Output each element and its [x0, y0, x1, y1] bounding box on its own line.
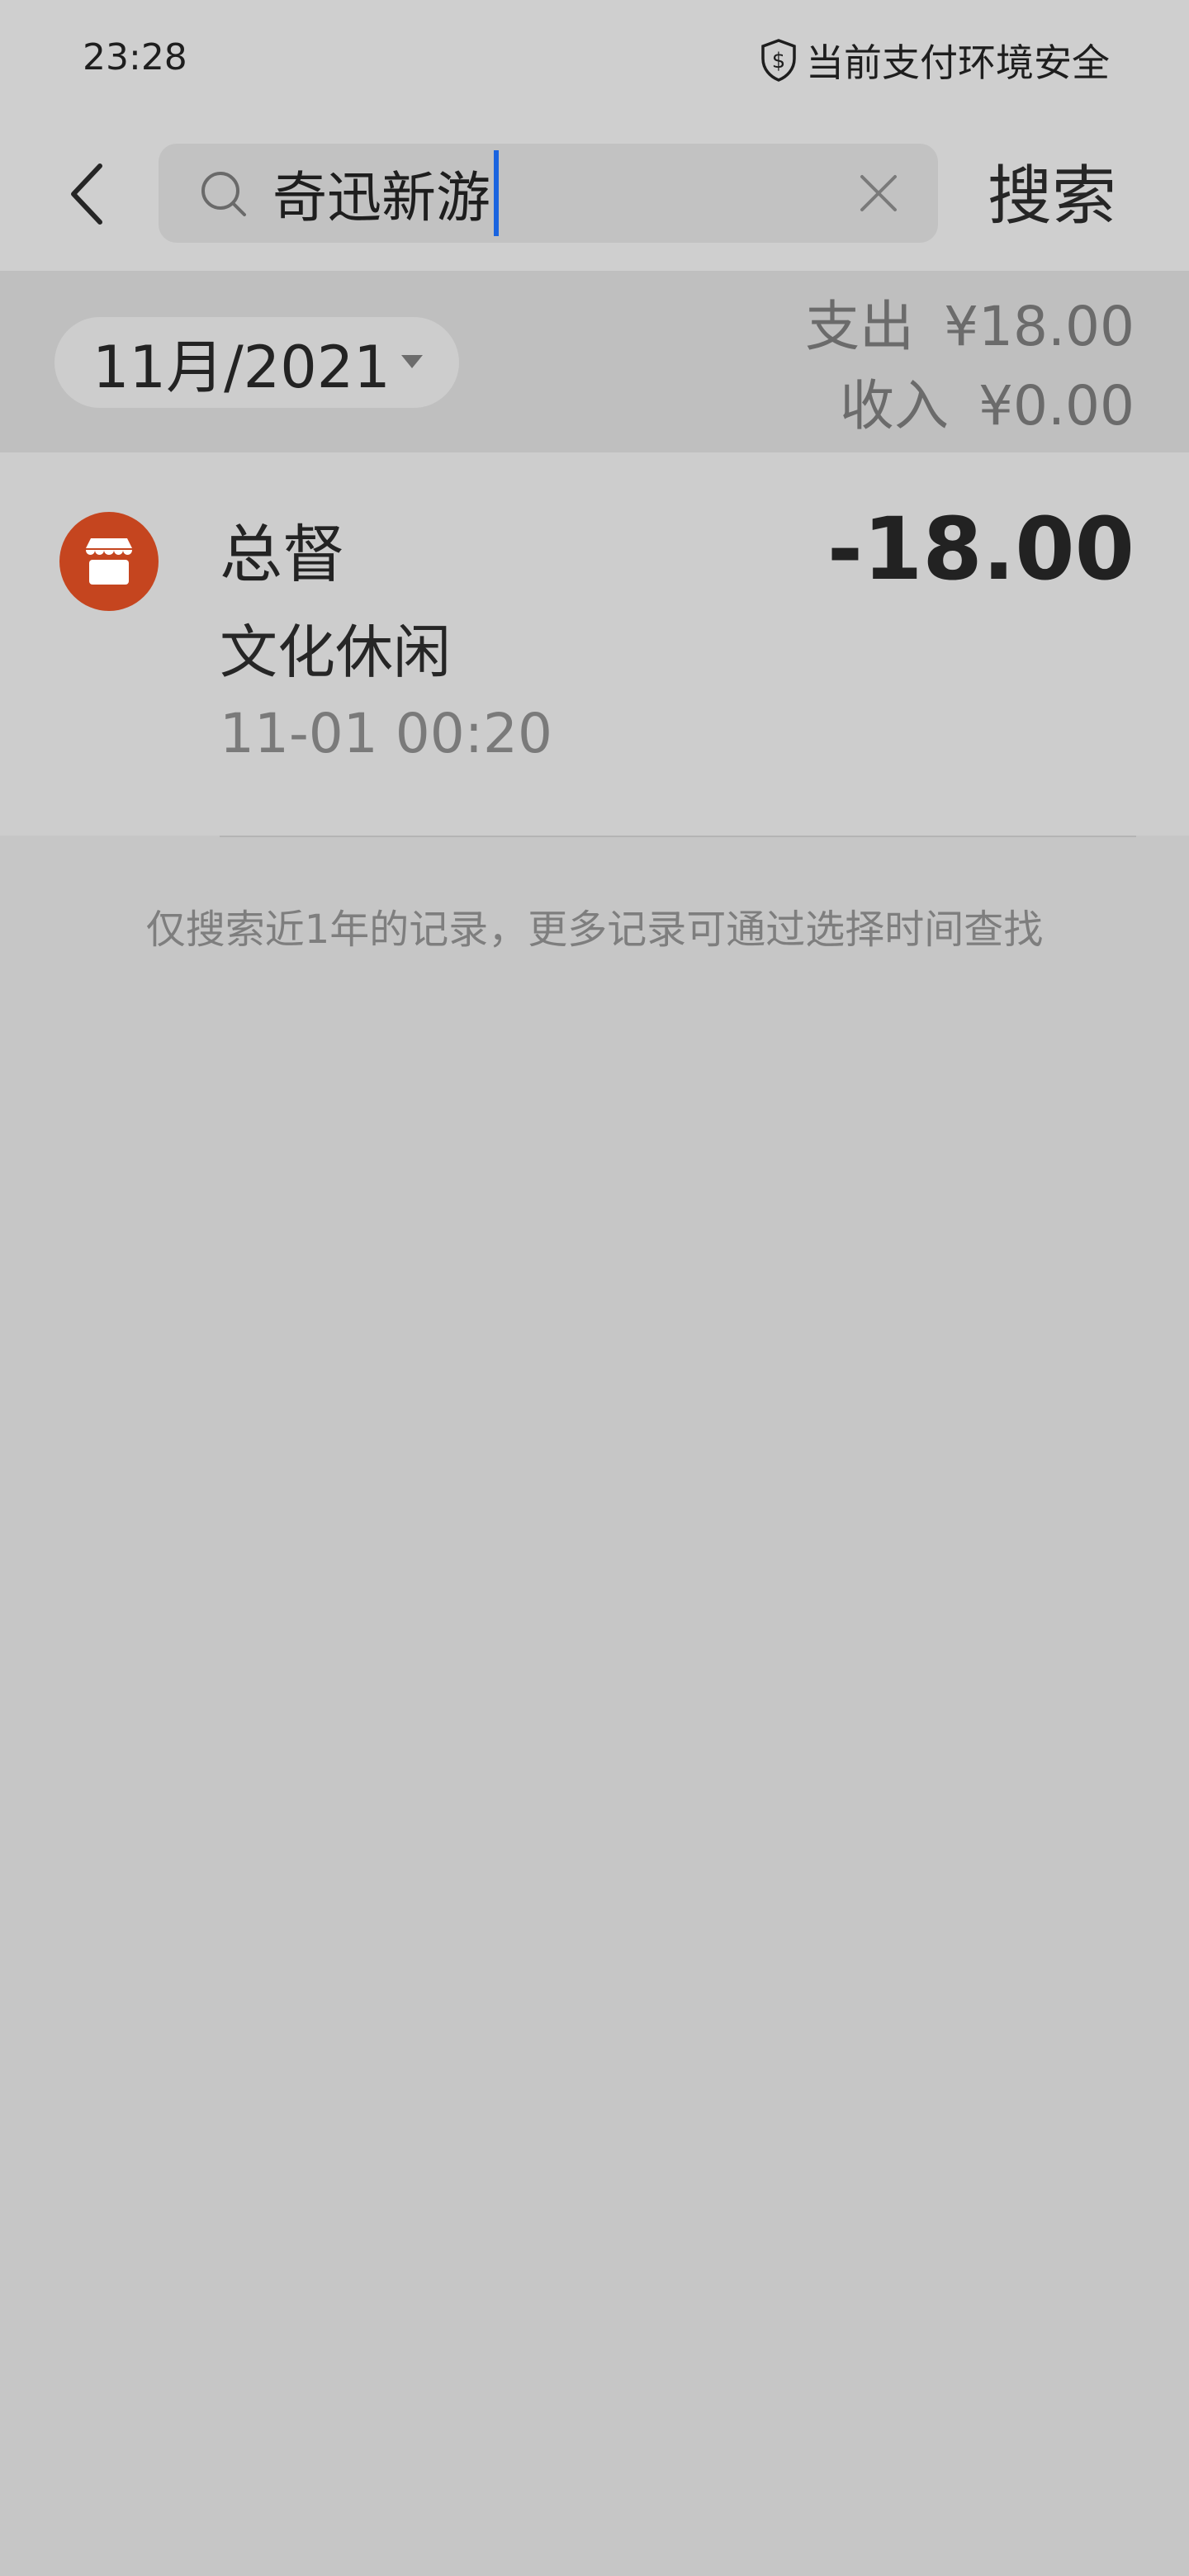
search-icon: [201, 172, 246, 216]
expense-value: ¥18.00: [944, 295, 1135, 358]
transaction-time: 11-01 00:20: [220, 702, 552, 765]
search-query-text[interactable]: 奇迅新游: [272, 150, 499, 236]
month-selector[interactable]: 11月/2021: [54, 317, 459, 408]
shield-icon: $: [761, 39, 796, 82]
svg-text:$: $: [772, 49, 786, 73]
dropdown-arrow-icon: [401, 355, 423, 368]
chevron-left-icon: [71, 163, 102, 225]
transaction-amount: -18.00: [827, 499, 1135, 599]
expense-row: 支出 ¥18.00: [805, 287, 1135, 367]
income-row: 收入 ¥0.00: [805, 367, 1135, 446]
back-button[interactable]: [50, 157, 124, 231]
status-bar: 23:28 $ 当前支付环境安全: [0, 0, 1189, 124]
search-button[interactable]: 搜索: [988, 147, 1116, 246]
store-icon: [59, 512, 159, 611]
search-header: 奇迅新游 搜索: [0, 124, 1189, 271]
expense-label: 支出: [805, 295, 915, 358]
text-caret: [494, 150, 499, 236]
transaction-row[interactable]: 总督 文化休闲 11-01 00:20 -18.00: [0, 452, 1189, 836]
clear-icon[interactable]: [857, 172, 900, 215]
search-query-value: 奇迅新游: [272, 166, 490, 230]
merchant-name: 总督: [220, 518, 345, 591]
income-label: 收入: [840, 374, 950, 438]
search-scope-note: 仅搜索近1年的记录，更多记录可通过选择时间查找: [145, 907, 1044, 953]
status-time: 23:28: [83, 36, 187, 78]
security-text: 当前支付环境安全: [806, 40, 1110, 85]
month-summary-bar: 11月/2021 支出 ¥18.00 收入 ¥0.00: [0, 271, 1189, 452]
security-status: $ 当前支付环境安全: [760, 33, 1110, 88]
transaction-category: 文化休闲: [220, 618, 451, 686]
search-input[interactable]: 奇迅新游: [159, 144, 938, 243]
totals-summary: 支出 ¥18.00 收入 ¥0.00: [805, 287, 1135, 446]
month-label: 11月/2021: [92, 333, 391, 401]
income-value: ¥0.00: [978, 374, 1135, 438]
divider: [220, 836, 1136, 837]
